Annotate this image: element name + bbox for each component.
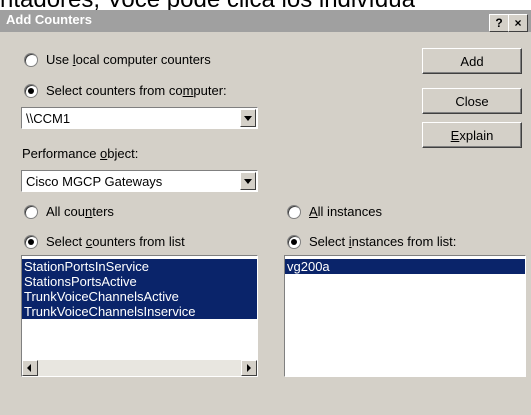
list-item[interactable]: TrunkVoiceChannelsInservice xyxy=(22,304,257,319)
radio-all-counters-indicator[interactable] xyxy=(24,204,38,219)
scroll-right-button[interactable] xyxy=(241,360,257,376)
list-item[interactable]: TrunkVoiceChannelsActive xyxy=(22,289,257,304)
list-item[interactable]: vg200a xyxy=(285,259,525,274)
radio-instances-list-indicator[interactable] xyxy=(287,234,301,249)
performance-object-dropdown-button[interactable] xyxy=(240,172,256,190)
radio-all-instances-indicator[interactable] xyxy=(287,204,301,219)
list-item[interactable]: StationsPortsActive xyxy=(22,274,257,289)
counters-horizontal-scrollbar[interactable] xyxy=(22,360,257,376)
instances-listbox[interactable]: vg200a xyxy=(284,255,526,377)
window-title: Add Counters xyxy=(6,12,92,27)
radio-computer-label: Select counters from computer: xyxy=(46,83,227,98)
computer-dropdown-button[interactable] xyxy=(240,109,256,127)
explain-button[interactable]: Explain xyxy=(422,122,522,148)
computer-combobox[interactable]: \\CCM1 xyxy=(21,107,258,129)
list-item[interactable]: StationPortsInService xyxy=(22,259,257,274)
chevron-down-icon xyxy=(244,116,252,121)
radio-computer-indicator[interactable] xyxy=(24,83,38,98)
radio-select-counters-from-list[interactable]: Select counters from list xyxy=(24,234,185,249)
close-window-button[interactable]: × xyxy=(508,14,528,32)
radio-instances-list-label: Select instances from list: xyxy=(309,234,457,249)
radio-all-counters-label: All counters xyxy=(46,204,114,219)
radio-local-label: Use local computer counters xyxy=(46,52,211,67)
scroll-left-button[interactable] xyxy=(22,360,38,376)
radio-use-local-counters[interactable]: Use local computer counters xyxy=(24,52,211,67)
performance-object-combobox[interactable]: Cisco MGCP Gateways xyxy=(21,170,258,192)
performance-object-label: Performance object: xyxy=(22,146,139,161)
radio-counters-list-indicator[interactable] xyxy=(24,234,38,249)
performance-object-value: Cisco MGCP Gateways xyxy=(26,174,163,189)
close-button[interactable]: Close xyxy=(422,88,522,114)
chevron-down-icon xyxy=(244,179,252,184)
radio-select-instances-from-list[interactable]: Select instances from list: xyxy=(287,234,456,249)
help-icon: ? xyxy=(495,16,503,30)
radio-all-counters[interactable]: All counters xyxy=(24,204,114,219)
radio-select-from-computer[interactable]: Select counters from computer: xyxy=(24,83,227,98)
close-icon: × xyxy=(514,16,522,30)
radio-local-indicator[interactable] xyxy=(24,52,38,67)
computer-value: \\CCM1 xyxy=(26,111,71,126)
radio-all-instances-label: All instances xyxy=(309,204,382,219)
radio-all-instances[interactable]: All instances xyxy=(287,204,382,219)
arrow-right-icon xyxy=(247,364,251,372)
radio-counters-list-label: Select counters from list xyxy=(46,234,185,249)
help-button[interactable]: ? xyxy=(489,14,509,32)
arrow-left-icon xyxy=(27,364,31,372)
counters-listbox[interactable]: StationPortsInService StationsPortsActiv… xyxy=(21,255,258,377)
add-button[interactable]: Add xyxy=(422,48,522,74)
